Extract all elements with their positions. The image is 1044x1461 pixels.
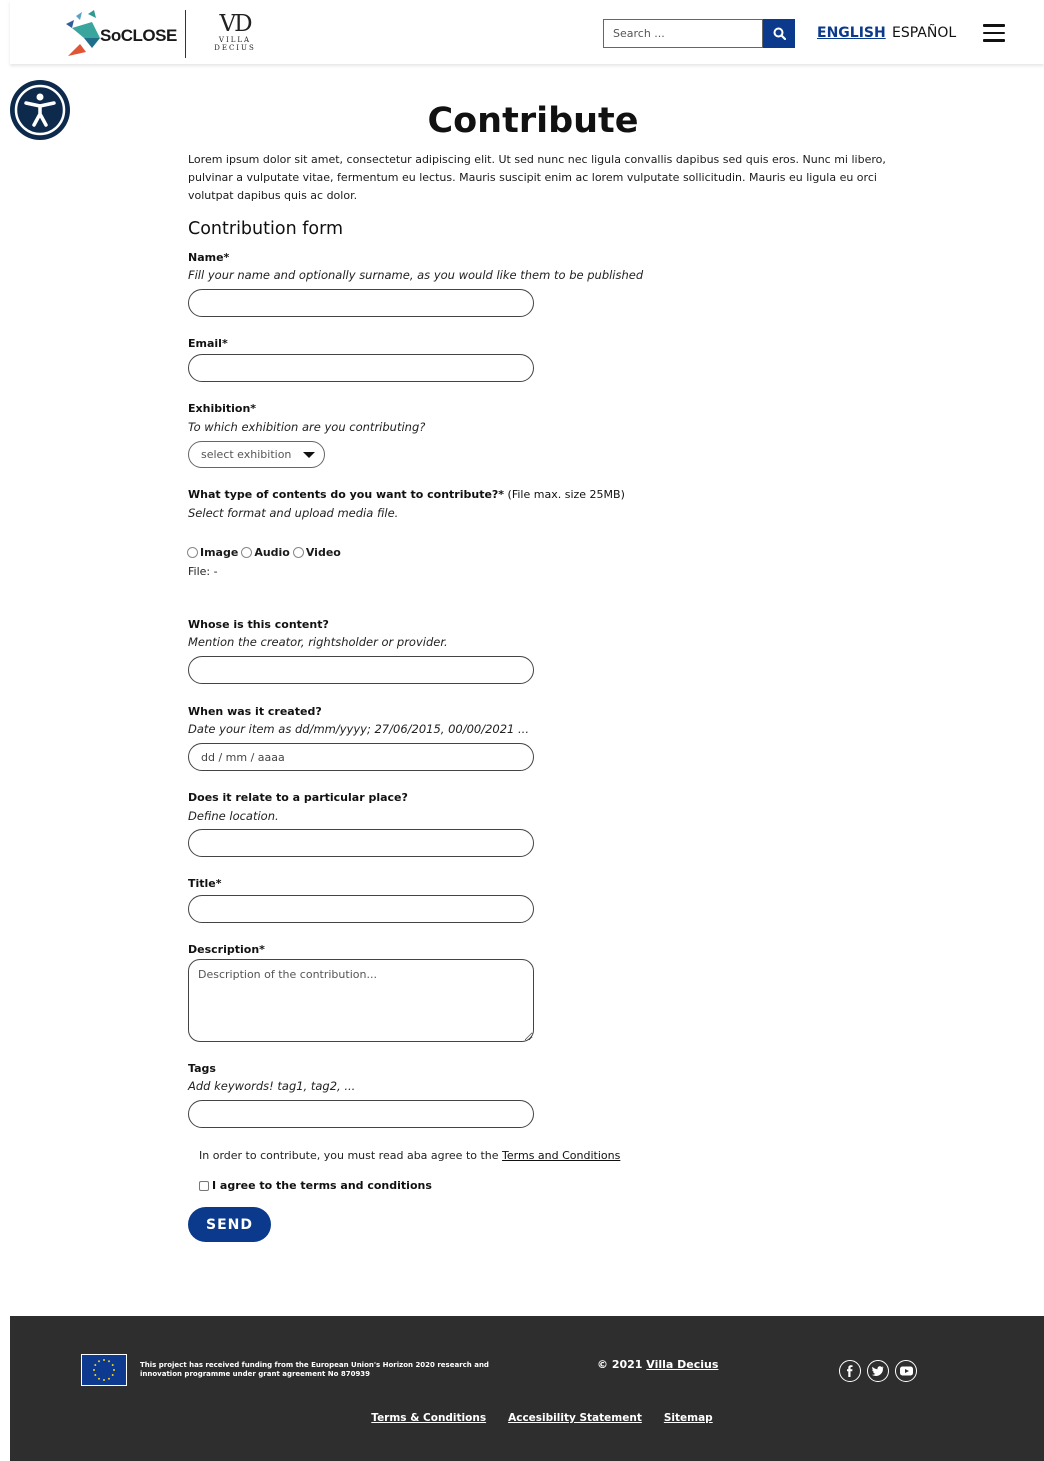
agree-label: I agree to the terms and conditions	[212, 1179, 432, 1192]
title-label: Title*	[188, 877, 222, 890]
title-input[interactable]	[188, 895, 534, 923]
form-heading: Contribution form	[188, 219, 344, 239]
radio-image-label: Image	[200, 546, 239, 559]
search-button[interactable]	[763, 19, 795, 48]
agree-checkbox[interactable]	[199, 1180, 209, 1191]
agree-checkbox-row[interactable]: I agree to the terms and conditions	[199, 1179, 432, 1192]
footer-links: Terms & Conditions Accesibility Statemen…	[10, 1412, 1044, 1424]
soclose-logo[interactable]: SoCLOSE	[62, 8, 177, 60]
facebook-icon[interactable]	[839, 1360, 861, 1382]
exhibition-hint: To which exhibition are you contributing…	[188, 420, 426, 434]
hamburger-menu-icon[interactable]	[983, 24, 1005, 42]
site-footer: This project has received funding from t…	[10, 1316, 1044, 1461]
send-button[interactable]: SEND	[188, 1207, 271, 1242]
email-label: Email*	[188, 337, 228, 350]
owner-input[interactable]	[188, 656, 534, 684]
eu-flag-icon	[81, 1354, 127, 1386]
twitter-icon[interactable]	[867, 1360, 889, 1382]
content-type-radios: Image Audio Video	[187, 546, 344, 559]
radio-button[interactable]	[187, 547, 198, 558]
villa-decius-sub1: VILLA	[218, 36, 252, 44]
name-input[interactable]	[188, 289, 534, 317]
copyright: © 2021 Villa Decius	[597, 1358, 718, 1371]
tags-input[interactable]	[188, 1100, 534, 1128]
created-hint: Date your item as dd/mm/yyyy; 27/06/2015…	[188, 722, 529, 736]
funding-statement: This project has received funding from t…	[140, 1361, 489, 1378]
footer-accessibility-link[interactable]: Accesibility Statement	[508, 1412, 642, 1424]
logo-divider	[185, 10, 186, 58]
place-input[interactable]	[188, 829, 534, 857]
radio-button[interactable]	[241, 547, 253, 558]
exhibition-label: Exhibition*	[188, 402, 257, 415]
content-type-label: What type of contents do you want to con…	[188, 488, 625, 501]
villa-decius-link[interactable]: Villa Decius	[646, 1358, 718, 1371]
description-textarea[interactable]	[188, 959, 534, 1042]
villa-decius-logo[interactable]: VD VILLA DECIUS	[210, 12, 260, 54]
name-hint: Fill your name and optionally surname, a…	[188, 268, 644, 282]
site-header: SoCLOSE VD VILLA DECIUS ENGLISH ESPAÑOL	[10, 0, 1044, 64]
footer-sitemap-link[interactable]: Sitemap	[664, 1412, 713, 1424]
radio-image[interactable]: Image	[187, 546, 238, 559]
radio-audio-label: Audio	[254, 546, 290, 559]
content-type-hint: Select format and upload media file.	[188, 506, 399, 520]
tags-hint: Add keywords! tag1, tag2, ...	[188, 1079, 356, 1093]
file-status: File: -	[188, 565, 218, 578]
terms-note-text: In order to contribute, you must read ab…	[199, 1149, 503, 1162]
email-input[interactable]	[188, 354, 534, 382]
lang-spanish-link[interactable]: ESPAÑOL	[892, 25, 956, 41]
intro-text: Lorem ipsum dolor sit amet, consectetur …	[188, 153, 886, 202]
tags-label: Tags	[188, 1062, 216, 1075]
villa-decius-mark: VD	[219, 11, 252, 37]
place-label: Does it relate to a particular place?	[188, 791, 408, 804]
content-type-label-text: What type of contents do you want to con…	[188, 488, 505, 501]
exhibition-select[interactable]: select exhibition	[188, 441, 325, 468]
radio-audio[interactable]: Audio	[241, 546, 290, 559]
radio-video[interactable]: Video	[292, 546, 341, 559]
terms-note: In order to contribute, you must read ab…	[199, 1149, 620, 1162]
copyright-text: © 2021	[597, 1358, 647, 1371]
created-label: When was it created?	[188, 705, 322, 718]
youtube-icon[interactable]	[895, 1360, 917, 1382]
place-hint: Define location.	[188, 809, 279, 823]
page-title: Contribute	[427, 101, 639, 141]
owner-hint: Mention the creator, rightsholder or pro…	[188, 635, 448, 649]
search-input[interactable]	[603, 19, 763, 48]
terms-link[interactable]: Terms and Conditions	[502, 1149, 620, 1162]
owner-label: Whose is this content?	[188, 618, 329, 631]
lang-english-link[interactable]: ENGLISH	[817, 25, 886, 41]
name-label: Name*	[188, 251, 230, 264]
soclose-logo-text: SoCLOSE	[100, 26, 177, 45]
radio-video-label: Video	[305, 546, 341, 559]
search-icon	[773, 27, 786, 40]
description-label: Description*	[188, 943, 265, 956]
footer-terms-link[interactable]: Terms & Conditions	[371, 1412, 486, 1424]
chevron-down-icon	[303, 452, 315, 458]
radio-button[interactable]	[292, 547, 304, 558]
exhibition-select-value: select exhibition	[201, 448, 292, 461]
created-date-input[interactable]	[188, 743, 534, 771]
content-type-note: (File max. size 25MB)	[504, 488, 625, 501]
villa-decius-sub2: DECIUS	[214, 44, 256, 52]
